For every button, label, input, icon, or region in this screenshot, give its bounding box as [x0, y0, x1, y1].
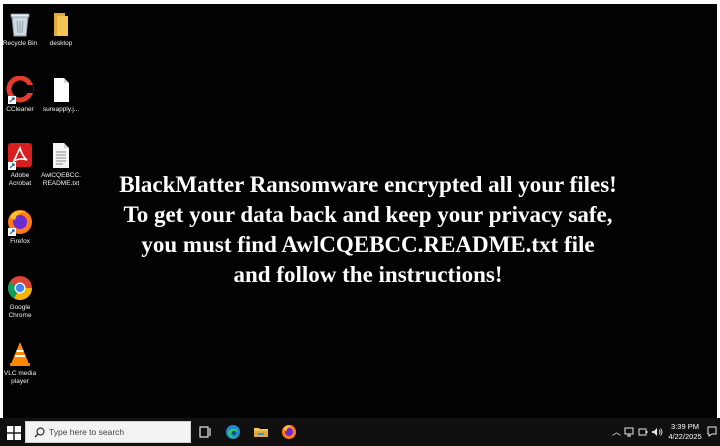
desktop-icon-desktop-folder[interactable]: desktop — [40, 10, 82, 48]
ransom-note-line-1: BlackMatter Ransomware encrypted all you… — [119, 172, 617, 197]
network-icon[interactable] — [624, 427, 634, 437]
desktop-icon-ccleaner[interactable]: CCleaner — [0, 76, 41, 114]
windows-start-icon[interactable] — [7, 426, 21, 440]
desktop-icon-firefox[interactable]: Firefox — [0, 208, 41, 246]
desktop-icon-label: sureapply.j... — [42, 106, 80, 113]
desktop-icon-label: Recycle Bin — [2, 40, 38, 47]
desktop-icon-label: desktop — [49, 40, 73, 47]
desktop-icon-label: VLC media player — [3, 370, 37, 385]
desktop-icon-sureapply[interactable]: sureapply.j... — [40, 76, 82, 114]
ccleaner-icon — [6, 76, 34, 104]
chrome-icon — [7, 276, 32, 301]
file-icon — [54, 78, 69, 102]
desktop-icon-label: Google Chrome — [8, 304, 32, 319]
taskbar-search-box[interactable]: Type here to search — [25, 421, 191, 443]
text-file-icon — [53, 143, 69, 168]
taskbar-clock[interactable]: 3:39 PM 4/22/2025 — [666, 422, 704, 442]
chevron-up-icon[interactable]: ︿ — [612, 425, 621, 438]
folder-icon — [54, 13, 68, 36]
ransom-note-line-3: you must find AwlCQEBCC.README.txt file — [141, 232, 595, 257]
ransom-note: BlackMatter Ransomware encrypted all you… — [43, 170, 693, 290]
edge-icon[interactable] — [225, 424, 241, 440]
search-placeholder: Type here to search — [49, 427, 125, 437]
adobe-acrobat-icon — [8, 143, 32, 170]
desktop-icon-recycle-bin[interactable]: Recycle Bin — [0, 10, 41, 48]
taskbar: Type here to search ︿ 3:39 PM 4/22/2025 — [0, 418, 720, 446]
desktop-icon-google-chrome[interactable]: Google Chrome — [0, 274, 41, 320]
desktop-icon-adobe-acrobat[interactable]: Adobe Acrobat — [0, 142, 41, 188]
ransom-note-line-2: To get your data back and keep your priv… — [123, 202, 613, 227]
file-explorer-icon[interactable] — [253, 424, 269, 440]
desktop-icon-vlc[interactable]: VLC media player — [0, 340, 41, 386]
search-icon — [34, 427, 45, 438]
desktop-icon-label: Adobe Acrobat — [8, 172, 32, 187]
recycle-bin-icon — [10, 13, 30, 37]
volume-icon[interactable] — [651, 427, 663, 437]
battery-icon[interactable] — [638, 427, 648, 437]
desktop-icon-label: CCleaner — [6, 106, 34, 113]
desktop-icon-label: Firefox — [10, 238, 30, 245]
vlc-icon — [10, 342, 30, 366]
task-view-icon[interactable] — [197, 424, 213, 440]
clock-time: 3:39 PM — [671, 422, 699, 431]
desktop: Recycle Bin desktop CCleaner sureapply.j… — [3, 4, 717, 417]
notification-icon[interactable] — [707, 426, 717, 437]
firefox-taskbar-icon[interactable] — [281, 424, 297, 440]
clock-date: 4/22/2025 — [668, 432, 702, 441]
firefox-icon — [8, 210, 32, 236]
ransom-note-line-4: and follow the instructions! — [233, 262, 503, 287]
